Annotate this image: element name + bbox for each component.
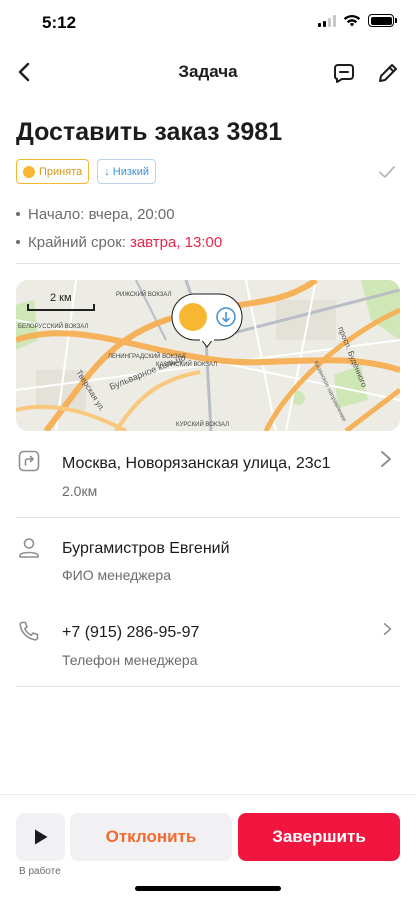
phone-icon	[19, 621, 39, 641]
address-distance: 2.0км	[62, 483, 98, 499]
divider	[16, 263, 400, 264]
play-icon	[34, 829, 47, 845]
deadline-value: завтра, 13:00	[129, 233, 223, 251]
comment-button[interactable]	[330, 59, 358, 87]
chevron-right-icon	[383, 623, 392, 635]
map-scale-label: 2 км	[50, 292, 72, 304]
finish-button[interactable]: Завершить	[238, 813, 400, 861]
chevron-right-icon	[381, 451, 391, 467]
start-label: Начало: вчера, 20:00	[28, 205, 175, 223]
address-text: Москва, Новорязанская улица, 23с1	[62, 455, 331, 472]
status-bar: 5:12	[0, 0, 416, 46]
status-badge-label: Принята	[39, 165, 83, 178]
task-meta: Начало: вчера, 20:00 Крайний срок: завтр…	[16, 200, 222, 256]
bullet-icon	[16, 240, 20, 244]
priority-badge-label: ↓ Низкий	[104, 165, 150, 178]
phone-row[interactable]: +7 (915) 286-95-97 Телефон менеджера	[0, 620, 416, 670]
map-label-belorussky: БЕЛОРУССКИЙ ВОКЗАЛ	[18, 322, 88, 330]
status-time: 5:12	[42, 13, 77, 32]
comment-icon	[334, 64, 354, 83]
pencil-icon	[379, 64, 397, 82]
deadline-label: Крайний срок:	[28, 233, 126, 251]
signal-icon	[318, 14, 336, 27]
manager-phone: +7 (915) 286-95-97	[62, 624, 200, 641]
map-label-rizhsky: РИЖСКИЙ ВОКЗАЛ	[116, 290, 172, 298]
map-label-kursky: КУРСКИЙ ВОКЗАЛ	[176, 420, 229, 428]
start-work-label: В работе	[19, 866, 61, 877]
badges: Принята ↓ Низкий	[16, 159, 157, 184]
deadline-row: Крайний срок: завтра, 13:00	[16, 228, 222, 256]
person-icon	[19, 538, 39, 558]
bottom-action-bar: В работе Отклонить Завершить	[0, 794, 416, 900]
task-title: Доставить заказ 3981	[16, 118, 283, 146]
decline-button[interactable]: Отклонить	[70, 813, 232, 861]
divider	[16, 686, 400, 687]
map-label-leningradsky: ЛЕНИНГРАДСКИЙ ВОКЗАЛ	[108, 352, 186, 360]
manager-name: Бургамистров Евгений	[62, 540, 230, 557]
status-badge: Принята	[16, 159, 90, 184]
start-row: Начало: вчера, 20:00	[16, 200, 222, 228]
nav-bar: Задача	[0, 50, 416, 94]
address-row[interactable]: Москва, Новорязанская улица, 23с1 2.0км	[0, 450, 416, 508]
edit-button[interactable]	[374, 59, 402, 87]
status-icons	[318, 14, 397, 27]
status-dot-icon	[23, 165, 35, 178]
map-label-kazansky: КАЗАНСКИЙ ВОКЗАЛ	[156, 360, 217, 368]
map-view[interactable]: Бульварное кольцо Тверская ул. просп. Бу…	[16, 280, 400, 431]
divider	[16, 517, 400, 518]
route-icon	[18, 450, 40, 472]
manager-name-caption: ФИО менеджера	[62, 567, 171, 583]
start-work-button[interactable]	[16, 813, 65, 861]
priority-badge: ↓ Низкий	[97, 159, 157, 184]
manager-phone-caption: Телефон менеджера	[62, 652, 198, 668]
check-icon[interactable]	[378, 163, 396, 181]
battery-icon	[368, 14, 397, 27]
bullet-icon	[16, 212, 20, 216]
home-indicator[interactable]	[135, 886, 281, 891]
wifi-icon	[343, 14, 361, 27]
manager-row: Бургамистров Евгений ФИО менеджера	[0, 537, 416, 587]
